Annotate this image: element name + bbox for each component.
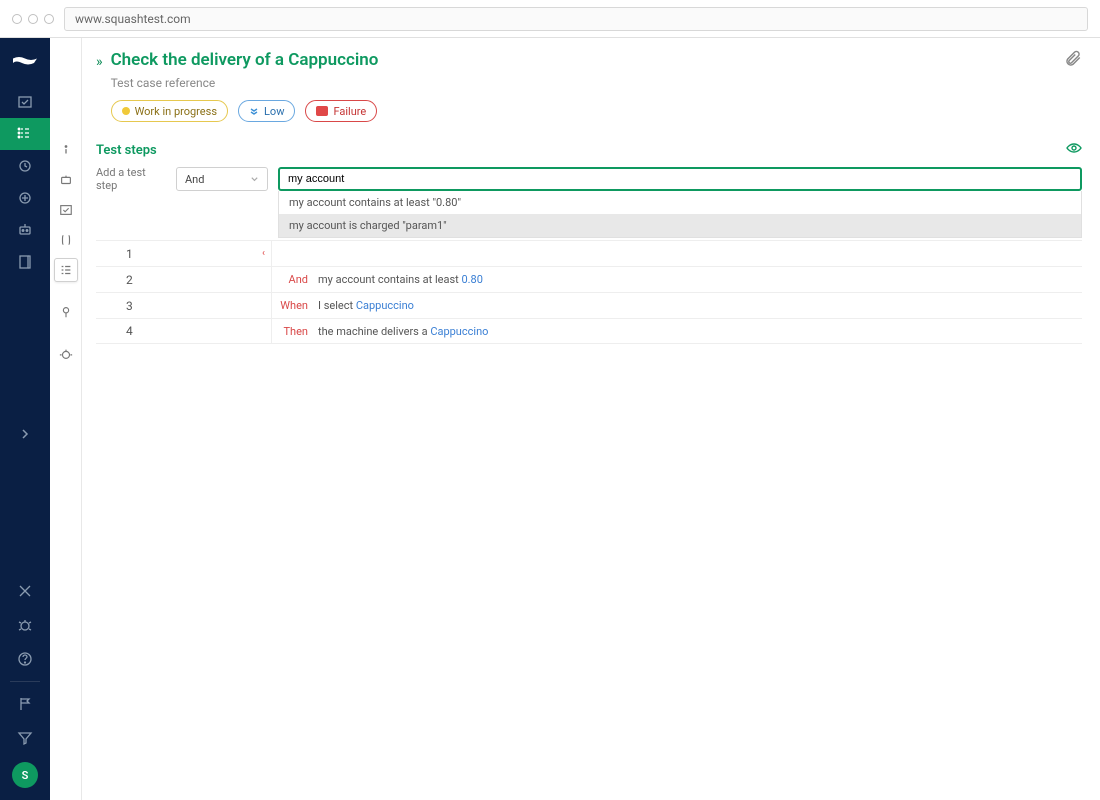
attachment-icon[interactable]	[1064, 50, 1082, 72]
nav-reports[interactable]	[0, 246, 50, 278]
window-max-dot[interactable]	[44, 14, 54, 24]
window-close-dot[interactable]	[12, 14, 22, 24]
step-row[interactable]: 4 Then the machine delivers a Cappuccino	[96, 318, 1082, 344]
step-row[interactable]: 1‹	[96, 240, 1082, 266]
autocomplete-dropdown: my account contains at least "0.80" my a…	[278, 191, 1082, 238]
sec-info[interactable]	[54, 138, 78, 162]
sidebar-secondary	[50, 38, 82, 800]
nav-help[interactable]	[0, 643, 50, 675]
page-title: Check the delivery of a Cappuccino	[111, 50, 1064, 70]
step-row[interactable]: 3 When I select Cappuccino	[96, 292, 1082, 318]
step-keyword: And	[272, 273, 314, 286]
priority-low-icon	[249, 106, 259, 116]
window-controls	[12, 14, 54, 24]
keyword-select[interactable]: And	[176, 167, 268, 191]
browser-chrome: www.squashtest.com	[0, 0, 1100, 38]
steps-table: 1‹ 2 And my account contains at least 0.…	[96, 240, 1082, 344]
content-area: » Check the delivery of a Cappuccino Tes…	[82, 38, 1100, 800]
sec-params[interactable]	[54, 228, 78, 252]
expand-toggle-icon[interactable]: »	[96, 54, 103, 70]
visibility-icon[interactable]	[1066, 140, 1082, 160]
execution-badge[interactable]: Failure	[305, 100, 377, 122]
nav-expand-toggle[interactable]	[0, 418, 50, 450]
add-step-label: Add a test step	[96, 166, 166, 192]
sec-steps[interactable]	[54, 258, 78, 282]
sidebar-main: S	[0, 38, 50, 800]
step-keyword: Then	[272, 325, 314, 338]
step-input[interactable]	[278, 167, 1082, 191]
sec-issues[interactable]	[54, 342, 78, 366]
step-number: 2	[96, 267, 272, 292]
nav-flag[interactable]	[0, 688, 50, 720]
sec-robot[interactable]	[54, 168, 78, 192]
drag-handle-icon[interactable]: ‹	[262, 248, 265, 259]
step-text: I select Cappuccino	[314, 299, 1082, 312]
nav-requirements[interactable]	[0, 182, 50, 214]
step-text: my account contains at least 0.80	[314, 273, 1082, 286]
sec-location[interactable]	[54, 300, 78, 324]
nav-automation[interactable]	[0, 214, 50, 246]
step-text: the machine delivers a Cappuccino	[314, 325, 1082, 338]
section-title: Test steps	[96, 143, 157, 158]
autocomplete-item[interactable]: my account contains at least "0.80"	[279, 191, 1081, 214]
autocomplete-item[interactable]: my account is charged "param1"	[279, 214, 1081, 237]
priority-badge[interactable]: Low	[238, 100, 295, 122]
app-logo[interactable]	[7, 46, 43, 74]
nav-filter[interactable]	[0, 722, 50, 754]
step-number: 4	[96, 319, 272, 343]
step-number: 1‹	[96, 241, 272, 266]
step-keyword: When	[272, 299, 314, 312]
sec-checklist[interactable]	[54, 198, 78, 222]
nav-test-cases[interactable]	[0, 118, 50, 150]
page-subtitle: Test case reference	[111, 76, 1064, 90]
nav-campaigns[interactable]	[0, 150, 50, 182]
url-bar[interactable]: www.squashtest.com	[64, 7, 1088, 31]
nav-bugs[interactable]	[0, 609, 50, 641]
status-badge[interactable]: Work in progress	[111, 100, 228, 122]
step-number: 3	[96, 293, 272, 318]
step-row[interactable]: 2 And my account contains at least 0.80	[96, 266, 1082, 292]
user-avatar[interactable]: S	[12, 762, 38, 788]
nav-tools[interactable]	[0, 575, 50, 607]
nav-home[interactable]	[0, 86, 50, 118]
chevron-down-icon	[250, 175, 259, 184]
window-min-dot[interactable]	[28, 14, 38, 24]
